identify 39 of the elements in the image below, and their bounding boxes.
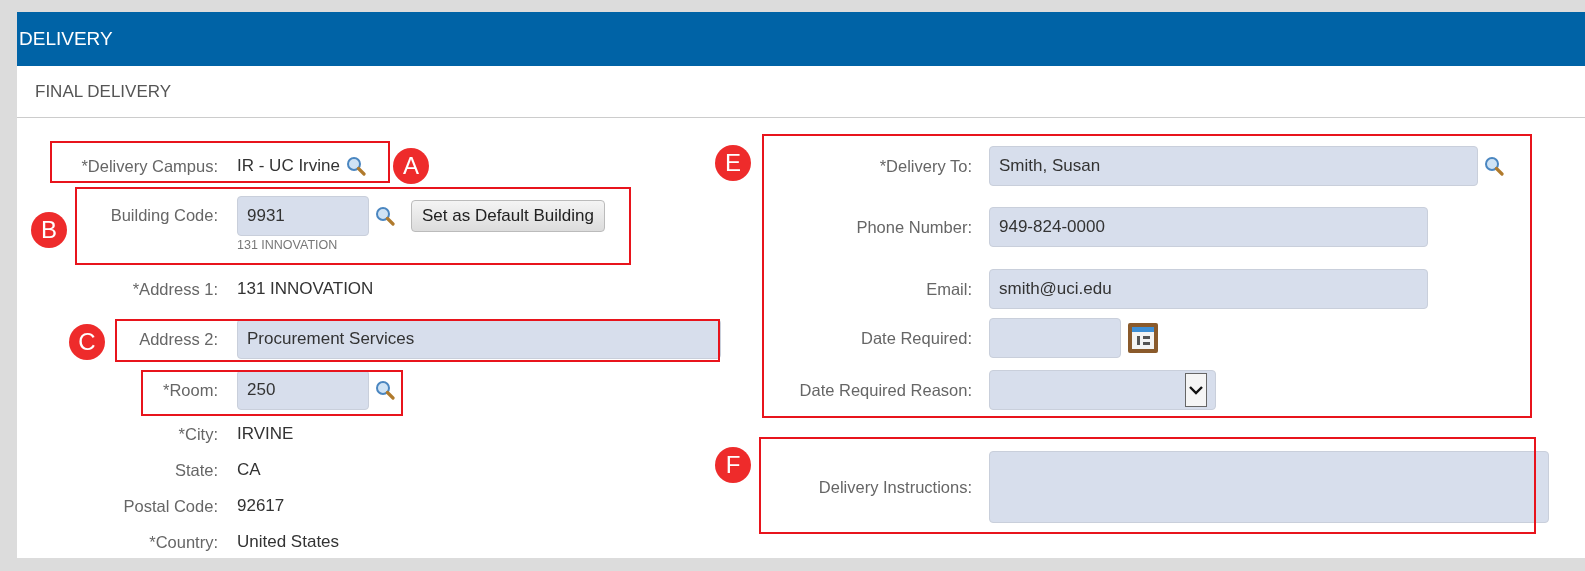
field-label: *Room:: [162, 380, 218, 399]
field-label: Date Required Reason:: [799, 380, 972, 399]
field-value: United States: [237, 532, 340, 552]
field-label: Date Required:: [861, 328, 972, 347]
field-label: State:: [174, 460, 218, 479]
date-field[interactable]: [989, 318, 1121, 358]
field-label: *Delivery Campus:: [81, 156, 218, 175]
input-field[interactable]: 9931: [237, 196, 369, 236]
caret-icon: [1185, 373, 1207, 407]
panel-title: DELIVERY: [19, 28, 113, 50]
input-field[interactable]: Smith, Susan: [989, 146, 1478, 186]
search-icon[interactable]: [345, 156, 366, 176]
field-label: Building Code:: [110, 206, 218, 224]
field-label: *Delivery To:: [879, 156, 972, 175]
search-icon[interactable]: [1484, 156, 1504, 176]
search-icon[interactable]: [375, 206, 395, 226]
section-title: FINAL DELIVERY: [35, 81, 172, 102]
set-default-button[interactable]: Set as Default Building: [411, 200, 605, 232]
search-icon[interactable]: [375, 380, 395, 400]
field-value: IR - UC Irvine: [237, 156, 340, 176]
calendar-icon[interactable]: [1127, 322, 1159, 354]
input-field[interactable]: 250: [237, 370, 369, 410]
field-label: *City:: [178, 424, 218, 443]
field-value: IRVINE: [237, 424, 294, 444]
instructions-field[interactable]: [989, 451, 1549, 523]
field-value: 92617: [237, 496, 285, 516]
input-field[interactable]: smith@uci.edu: [989, 269, 1428, 309]
field-label: Delivery Instructions:: [818, 477, 972, 496]
field-label: Address 2:: [139, 329, 218, 348]
field-label: Email:: [926, 279, 972, 298]
field-label: Postal Code:: [123, 496, 218, 515]
field-value: CA: [237, 460, 261, 480]
field-value: 131 INNOVATION: [237, 279, 374, 299]
building-name: 131 INNOVATION: [237, 238, 339, 252]
input-field[interactable]: Procurement Services: [237, 319, 721, 359]
input-field[interactable]: 949-824-0000: [989, 207, 1428, 247]
field-label: *Address 1:: [132, 279, 218, 298]
field-label: Phone Number:: [856, 217, 972, 236]
field-label: *Country:: [149, 532, 218, 551]
